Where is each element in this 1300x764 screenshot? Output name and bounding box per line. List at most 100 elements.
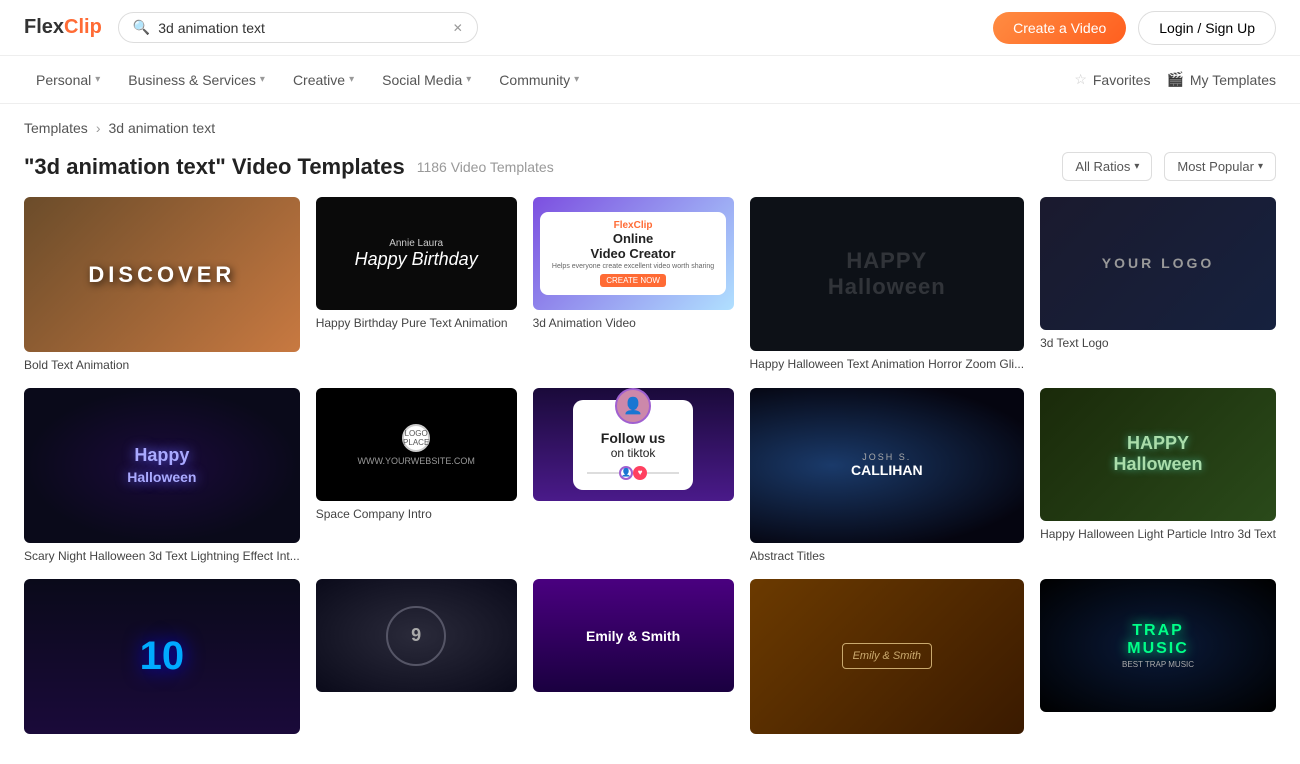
my-templates-label: My Templates [1190, 72, 1276, 88]
card-label: Abstract Titles [750, 549, 1025, 563]
card-thumbnail: 10 [24, 579, 300, 734]
brand-text: Emily & Smith [853, 650, 921, 662]
card-thumbnail: HappyHalloween [24, 388, 300, 543]
template-card[interactable]: TRAPMUSIC BEST TRAP MUSIC [1040, 579, 1276, 740]
card-thumbnail: Emily & Smith [750, 579, 1025, 733]
thumb-subtitle: Helps everyone create excellent video wo… [552, 263, 714, 270]
nav-creative-label: Creative [293, 72, 345, 88]
line [587, 472, 619, 474]
template-card[interactable]: 10 [24, 579, 300, 740]
breadcrumb-current: 3d animation text [108, 120, 215, 136]
avatar: 👤 [615, 388, 651, 424]
thumb-content: Annie Laura Happy Birthday [355, 238, 478, 270]
thumb-text: HAPPYHalloween [1114, 433, 1203, 475]
nav-business[interactable]: Business & Services ▾ [116, 56, 277, 104]
card-label: 3d Animation Video [533, 316, 734, 330]
card-thumbnail: HAPPYHalloween [750, 197, 1025, 351]
card-label: Space Company Intro [316, 507, 517, 521]
page-title-query: "3d animation text" [24, 154, 226, 179]
thumb-content: 9 [316, 579, 517, 692]
card-thumbnail: Emily & Smith [533, 579, 734, 692]
thumb-content: Emily & Smith [578, 620, 688, 652]
chevron-down-icon: ▾ [95, 74, 100, 85]
card-thumbnail: HAPPYHalloween [1040, 388, 1276, 521]
favorites-link[interactable]: ☆ Favorites [1074, 71, 1150, 88]
nav-business-label: Business & Services [128, 72, 256, 88]
search-input[interactable] [158, 20, 445, 36]
favorites-label: Favorites [1093, 72, 1151, 88]
card-label: 3d Text Logo [1040, 336, 1276, 350]
tiktok-icons: 👤 ♥ [587, 466, 679, 480]
sort-filter-button[interactable]: Most Popular ▾ [1164, 152, 1276, 181]
search-bar[interactable]: 🔍 ✕ [118, 12, 478, 43]
template-card[interactable]: HAPPYHalloween Happy Halloween Light Par… [1040, 388, 1276, 563]
search-icon: 🔍 [133, 19, 150, 36]
card-label: Happy Halloween Text Animation Horror Zo… [750, 357, 1025, 371]
template-card[interactable]: HAPPYHalloween Happy Halloween Text Anim… [750, 197, 1025, 372]
template-grid: DISCOVER Bold Text Animation Annie Laura… [0, 197, 1300, 764]
ratio-filter-button[interactable]: All Ratios ▾ [1062, 152, 1152, 181]
template-card[interactable]: Emily & Smith [750, 579, 1025, 740]
chevron-down-icon: ▾ [1258, 161, 1263, 172]
result-count: 1186 Video Templates [417, 159, 554, 175]
thumb-content: HappyHalloween [127, 445, 196, 487]
template-card[interactable]: Emily & Smith [533, 579, 734, 740]
thumb-title: OnlineVideo Creator [552, 231, 714, 261]
flexclip-logo: FlexClip [552, 220, 714, 231]
my-templates-icon: 🎬 [1166, 71, 1183, 88]
clear-icon[interactable]: ✕ [453, 21, 463, 35]
tiktok-follow-card: 👤 Follow us on tiktok 👤 ♥ [573, 400, 693, 490]
logo-placeholder: LOGOPLACE [402, 424, 430, 452]
login-button[interactable]: Login / Sign Up [1138, 11, 1276, 45]
card-thumbnail: 👤 Follow us on tiktok 👤 ♥ [533, 388, 734, 501]
card-thumbnail: TRAPMUSIC BEST TRAP MUSIC [1040, 579, 1276, 712]
header: FlexClip 🔍 ✕ Create a Video Login / Sign… [0, 0, 1300, 56]
template-card[interactable]: JOSH S. CALLIHAN Abstract Titles [750, 388, 1025, 563]
template-card[interactable]: DISCOVER Bold Text Animation [24, 197, 300, 372]
nav-community-label: Community [499, 72, 570, 88]
star-icon: ☆ [1074, 71, 1087, 88]
card-thumbnail: Annie Laura Happy Birthday [316, 197, 517, 310]
card-thumbnail: LOGOPLACE WWW.YOURWEBSITE.COM [316, 388, 517, 501]
breadcrumb-root[interactable]: Templates [24, 120, 88, 136]
header-actions: Create a Video Login / Sign Up [993, 11, 1276, 45]
nav-community[interactable]: Community ▾ [487, 56, 591, 104]
chevron-down-icon: ▾ [466, 74, 471, 85]
template-card[interactable]: LOGOPLACE WWW.YOURWEBSITE.COM Space Comp… [316, 388, 517, 563]
template-card[interactable]: 👤 Follow us on tiktok 👤 ♥ [533, 388, 734, 563]
template-card[interactable]: HappyHalloween Scary Night Halloween 3d … [24, 388, 300, 563]
thumb-text: 10 [140, 634, 185, 679]
thumb-content: JOSH S. CALLIHAN [851, 452, 923, 478]
thumb-name: Annie Laura [355, 238, 478, 249]
card-label: Happy Birthday Pure Text Animation [316, 316, 517, 330]
breadcrumb: Templates › 3d animation text [0, 104, 1300, 144]
template-card[interactable]: YOUR LOGO 3d Text Logo [1040, 197, 1276, 372]
nav-personal-label: Personal [36, 72, 91, 88]
card-thumbnail: YOUR LOGO [1040, 197, 1276, 330]
template-card[interactable]: Annie Laura Happy Birthday Happy Birthda… [316, 197, 517, 372]
main-nav: Personal ▾ Business & Services ▾ Creativ… [0, 56, 1300, 104]
card-thumbnail: FlexClip OnlineVideo Creator Helps every… [533, 197, 734, 310]
card-thumbnail: JOSH S. CALLIHAN [750, 388, 1025, 542]
nav-personal[interactable]: Personal ▾ [24, 56, 112, 104]
nav-creative[interactable]: Creative ▾ [281, 56, 366, 104]
thumb-content: LOGOPLACE WWW.YOURWEBSITE.COM [357, 424, 474, 466]
template-card[interactable]: FlexClip OnlineVideo Creator Helps every… [533, 197, 734, 372]
chevron-down-icon: ▾ [1134, 161, 1139, 172]
line [647, 472, 679, 474]
filter-controls: All Ratios ▾ Most Popular ▾ [1062, 152, 1276, 181]
card-thumbnail: 9 [316, 579, 517, 692]
thumb-text: HAPPYHalloween [828, 248, 946, 300]
thumb-content: FlexClip OnlineVideo Creator Helps every… [540, 212, 726, 295]
thumb-content: TRAPMUSIC BEST TRAP MUSIC [1122, 622, 1194, 669]
template-card[interactable]: 9 [316, 579, 517, 740]
follow-text: Follow us [587, 430, 679, 446]
my-templates-link[interactable]: 🎬 My Templates [1166, 71, 1276, 88]
profile-icon: 👤 [619, 466, 633, 480]
nav-social-media[interactable]: Social Media ▾ [370, 56, 483, 104]
thumb-content: HAPPYHalloween [1114, 433, 1203, 475]
url-text: WWW.YOURWEBSITE.COM [357, 456, 474, 466]
card-thumbnail: DISCOVER [24, 197, 300, 352]
create-video-button[interactable]: Create a Video [993, 12, 1126, 44]
nav-social-label: Social Media [382, 72, 462, 88]
